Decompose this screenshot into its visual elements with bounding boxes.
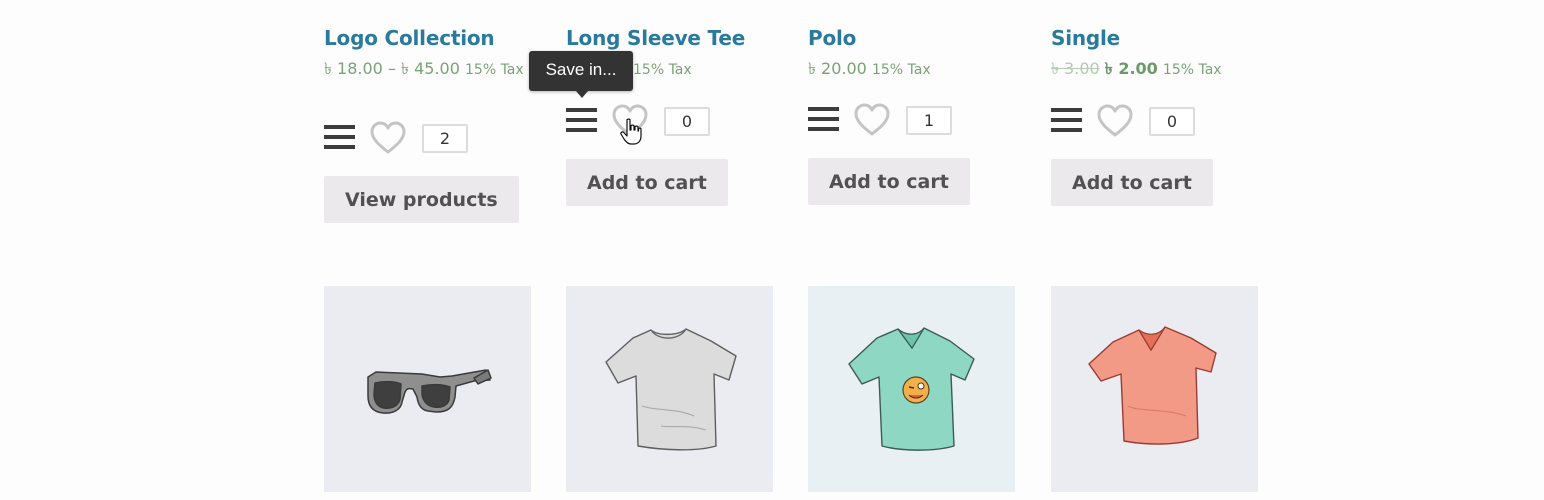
menu-icon[interactable] (808, 104, 839, 134)
hand-cursor-icon (620, 118, 642, 145)
tax-label: 15% Tax (1162, 62, 1222, 78)
wishlist-row: 0 (566, 104, 766, 137)
product-title[interactable]: Single (1051, 26, 1120, 50)
product-price: ৳ 18.00 – ৳ 45.00 15% Tax (324, 59, 524, 80)
product-card: Long Sleeve Tee 15% Tax 0 Add to cart (566, 0, 776, 240)
tshirt-gray-icon (566, 286, 773, 492)
product-grid: Logo Collection ৳ 18.00 – ৳ 45.00 15% Ta… (0, 0, 1544, 500)
save-in-tooltip: Save in... (529, 51, 633, 98)
tshirt-green-icon (808, 286, 1015, 492)
wishlist-row: 2 (324, 121, 524, 155)
wishlist-count: 2 (422, 124, 468, 153)
wishlist-count: 0 (664, 107, 710, 136)
product-image-polo[interactable] (808, 286, 1015, 492)
sale-price: ৳ 2.00 (1104, 59, 1158, 78)
view-products-button[interactable]: View products (324, 176, 519, 223)
add-to-cart-button[interactable]: Add to cart (566, 159, 728, 206)
product-image-single[interactable] (1051, 286, 1258, 492)
add-to-cart-button[interactable]: Add to cart (808, 158, 970, 205)
menu-icon[interactable] (1051, 105, 1082, 135)
price-amount: ৳ 20.00 (808, 59, 867, 78)
price-amount: ৳ 18.00 – ৳ 45.00 (324, 59, 460, 78)
product-price: ৳ 3.00 ৳ 2.00 15% Tax (1051, 59, 1251, 80)
heart-icon[interactable] (1097, 104, 1133, 138)
product-card: Logo Collection ৳ 18.00 – ৳ 45.00 15% Ta… (324, 0, 534, 240)
menu-icon[interactable] (566, 105, 597, 135)
product-card: Single ৳ 3.00 ৳ 2.00 15% Tax 0 Add to ca… (1051, 0, 1261, 240)
add-to-cart-button[interactable]: Add to cart (1051, 159, 1213, 206)
product-card: Polo ৳ 20.00 15% Tax 1 Add to cart (808, 0, 1018, 240)
product-title[interactable]: Polo (808, 26, 856, 50)
product-price: ৳ 20.00 15% Tax (808, 59, 1008, 80)
product-title[interactable]: Logo Collection (324, 26, 495, 50)
wishlist-count: 0 (1149, 107, 1195, 136)
product-image-sunglasses[interactable] (324, 286, 531, 492)
tax-label: 15% Tax (465, 62, 524, 78)
wishlist-row: 0 (1051, 104, 1251, 138)
heart-icon[interactable] (370, 121, 406, 155)
product-title[interactable]: Long Sleeve Tee (566, 26, 745, 50)
tax-label: 15% Tax (871, 62, 931, 78)
product-price: 15% Tax (633, 59, 833, 80)
heart-icon[interactable] (854, 103, 890, 137)
tshirt-red-icon (1051, 286, 1258, 492)
regular-price: ৳ 3.00 (1051, 59, 1100, 78)
product-image-long-sleeve-tee[interactable] (566, 286, 773, 492)
wishlist-row: 1 (808, 103, 1008, 137)
sunglasses-icon (324, 286, 531, 492)
wishlist-count: 1 (906, 106, 952, 135)
menu-icon[interactable] (324, 122, 355, 152)
tax-label: 15% Tax (633, 62, 692, 78)
